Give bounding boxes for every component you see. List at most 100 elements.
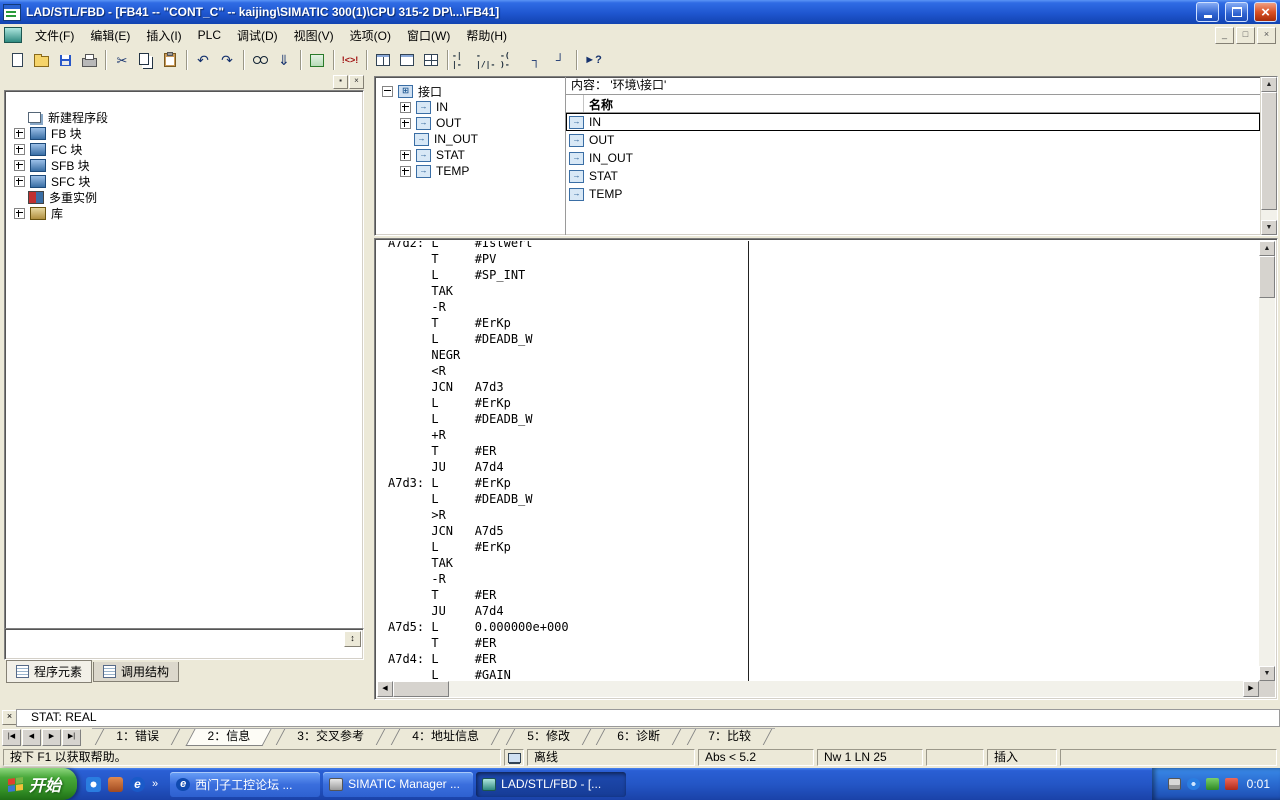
- expand-icon[interactable]: [400, 166, 411, 177]
- tree-item-new-network[interactable]: 新建程序段: [5, 109, 363, 125]
- chevron-more-icon[interactable]: »: [152, 778, 158, 790]
- declaration-scrollbar[interactable]: ▲ ▼: [1260, 77, 1277, 235]
- detail-view-button[interactable]: [395, 49, 419, 72]
- expand-icon[interactable]: [400, 118, 411, 129]
- task-simatic-manager[interactable]: SIMATIC Manager ...: [323, 772, 473, 797]
- cut-button[interactable]: [110, 49, 134, 72]
- messenger-icon[interactable]: [1187, 778, 1200, 790]
- tab-diagnostics[interactable]: 6：诊断: [596, 729, 681, 745]
- expand-icon[interactable]: [14, 208, 25, 219]
- tab-modify[interactable]: 5：修改: [505, 729, 590, 745]
- scroll-right-icon[interactable]: ▶: [1243, 681, 1259, 697]
- tree-item-fc-blocks[interactable]: FC 块: [5, 141, 363, 157]
- tab-program-elements[interactable]: 程序元素: [6, 660, 92, 683]
- menu-help[interactable]: 帮助(H): [458, 25, 515, 46]
- open-branch-button[interactable]: [524, 49, 548, 72]
- print-button[interactable]: [77, 49, 101, 72]
- start-button[interactable]: 开始: [0, 768, 77, 800]
- next-tab-icon[interactable]: ▶: [42, 729, 61, 746]
- split-window-button[interactable]: [371, 49, 395, 72]
- tab-info[interactable]: 2：信息: [185, 729, 271, 746]
- new-file-button[interactable]: [5, 49, 29, 72]
- menu-options[interactable]: 选项(O): [342, 25, 399, 46]
- interface-in-out[interactable]: IN_OUT: [375, 131, 565, 147]
- child-close-icon[interactable]: ×: [1257, 27, 1276, 44]
- network-overview-button[interactable]: [419, 49, 443, 72]
- browser-icon[interactable]: e: [130, 777, 145, 792]
- close-message-panel-icon[interactable]: ×: [2, 710, 17, 725]
- tree-item-sfb-blocks[interactable]: SFB 块: [5, 157, 363, 173]
- menu-insert[interactable]: 插入(I): [138, 25, 189, 46]
- interface-stat[interactable]: STAT: [375, 147, 565, 163]
- open-file-button[interactable]: [29, 49, 53, 72]
- contact-nc-button[interactable]: [476, 49, 500, 72]
- scroll-up-icon[interactable]: ▲: [1261, 77, 1277, 92]
- tree-item-libraries[interactable]: 库: [5, 205, 363, 221]
- menu-debug[interactable]: 调试(D): [229, 25, 286, 46]
- scroll-down-icon[interactable]: ▼: [1259, 666, 1275, 681]
- copy-button[interactable]: [134, 49, 158, 72]
- program-elements-tree[interactable]: 新建程序段 FB 块 FC 块 SFB 块: [4, 90, 364, 644]
- redo-button[interactable]: [215, 49, 239, 72]
- menu-window[interactable]: 窗口(W): [399, 25, 458, 46]
- first-tab-icon[interactable]: |◀: [2, 729, 21, 746]
- interface-root[interactable]: 接口: [375, 83, 565, 99]
- tree-item-fb-blocks[interactable]: FB 块: [5, 125, 363, 141]
- interface-in[interactable]: IN: [375, 99, 565, 115]
- expand-icon[interactable]: [14, 144, 25, 155]
- tree-item-multi-instance[interactable]: 多重实例: [5, 189, 363, 205]
- close-branch-button[interactable]: [548, 49, 572, 72]
- catalog-button[interactable]: [305, 49, 329, 72]
- menu-view[interactable]: 视图(V): [286, 25, 342, 46]
- media-player-icon[interactable]: [86, 777, 101, 792]
- task-forum-window[interactable]: e 西门子工控论坛 ...: [170, 772, 320, 797]
- save-button[interactable]: [53, 49, 77, 72]
- child-window-icon[interactable]: [4, 27, 22, 43]
- expand-icon[interactable]: [14, 128, 25, 139]
- menu-edit[interactable]: 编辑(E): [82, 25, 138, 46]
- undo-button[interactable]: [191, 49, 215, 72]
- tab-call-structure[interactable]: 调用结构: [93, 662, 179, 682]
- child-restore-icon[interactable]: □: [1236, 27, 1255, 44]
- quick-launch-icon[interactable]: [108, 777, 123, 792]
- scrollbar-thumb[interactable]: [393, 681, 449, 697]
- expand-icon[interactable]: [400, 102, 411, 113]
- close-pane-icon[interactable]: ×: [349, 75, 364, 89]
- pin-pane-icon[interactable]: ▪: [333, 75, 348, 89]
- interface-temp[interactable]: TEMP: [375, 163, 565, 179]
- interface-tree[interactable]: 接口 IN OUT IN_OUT: [375, 77, 566, 235]
- minimize-button[interactable]: [1196, 2, 1219, 22]
- shield-icon[interactable]: [1206, 778, 1219, 790]
- menu-plc[interactable]: PLC: [190, 26, 229, 44]
- task-lad-stl-fbd[interactable]: LAD/STL/FBD - [...: [476, 772, 626, 797]
- declaration-list[interactable]: 内容： '环境\接口' 名称 IN OUT: [566, 77, 1260, 235]
- close-button[interactable]: [1254, 2, 1277, 22]
- scrollbar-thumb[interactable]: [1259, 256, 1275, 298]
- tab-errors[interactable]: 1：错误: [95, 729, 180, 745]
- scroll-left-icon[interactable]: ◀: [377, 681, 393, 697]
- prev-tab-icon[interactable]: ◀: [22, 729, 41, 746]
- alert-icon[interactable]: [1225, 778, 1238, 790]
- monitor-button[interactable]: [248, 49, 272, 72]
- status-word-button[interactable]: [338, 49, 362, 72]
- tree-item-sfc-blocks[interactable]: SFC 块: [5, 173, 363, 189]
- restore-button[interactable]: [1225, 2, 1248, 22]
- scroll-down-icon[interactable]: ▼: [1261, 220, 1277, 235]
- expand-icon[interactable]: [400, 150, 411, 161]
- collapse-icon[interactable]: [382, 86, 393, 97]
- scrollbar-thumb[interactable]: [1261, 92, 1277, 210]
- tab-comparison[interactable]: 7：比较: [687, 729, 772, 745]
- child-minimize-icon[interactable]: _: [1215, 27, 1234, 44]
- interface-out[interactable]: OUT: [375, 115, 565, 131]
- menu-file[interactable]: 文件(F): [27, 25, 82, 46]
- code-horizontal-scrollbar[interactable]: ◀ ▶: [377, 681, 1259, 697]
- download-button[interactable]: [272, 49, 296, 72]
- declaration-row-stat[interactable]: STAT: [566, 167, 1260, 185]
- scroll-up-icon[interactable]: ▲: [1259, 241, 1275, 256]
- declaration-row-out[interactable]: OUT: [566, 131, 1260, 149]
- printer-tray-icon[interactable]: [1168, 778, 1181, 790]
- tab-address-info[interactable]: 4：地址信息: [391, 729, 500, 745]
- last-tab-icon[interactable]: ▶|: [62, 729, 81, 746]
- expand-icon[interactable]: [14, 160, 25, 171]
- expand-icon[interactable]: [14, 176, 25, 187]
